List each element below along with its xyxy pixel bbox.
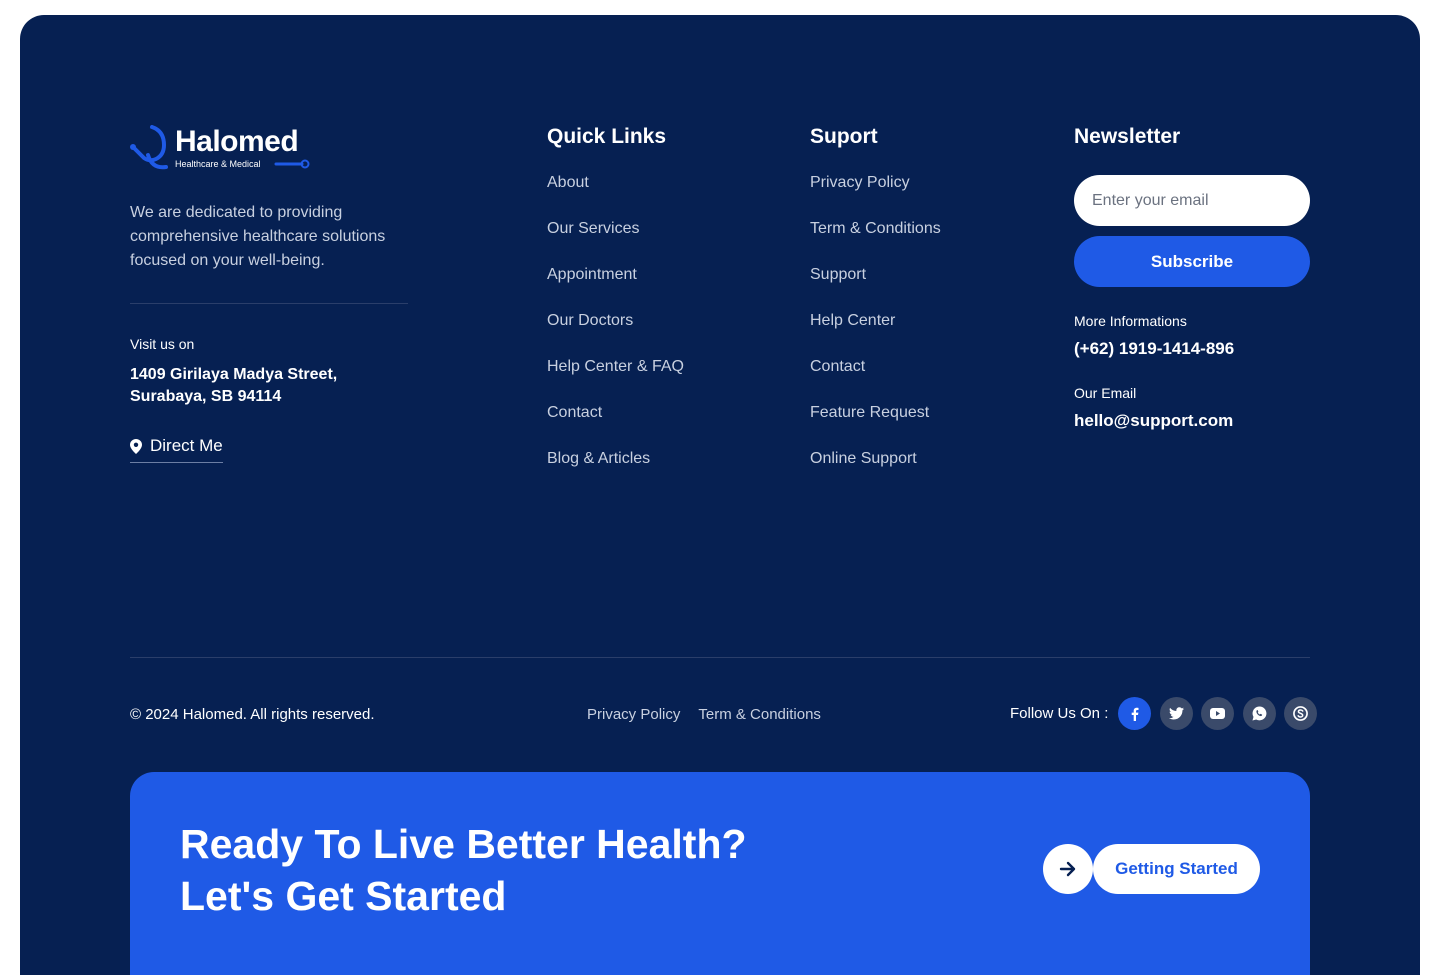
youtube-button[interactable] xyxy=(1201,697,1235,730)
address-line-1: 1409 Girilaya Madya Street, xyxy=(130,366,338,383)
quick-links-title: Quick Links xyxy=(547,125,667,148)
site-footer: Halomed Healthcare & Medical We are dedi… xyxy=(20,15,1420,975)
facebook-button[interactable] xyxy=(1118,697,1152,730)
cta-banner: Ready To Live Better Health? Let's Get S… xyxy=(130,772,1310,975)
support-link-privacy-policy[interactable]: Privacy Policy xyxy=(810,171,941,217)
direct-me-label: Direct Me xyxy=(150,436,223,455)
phone-number: (+62) 1919-1414-896 xyxy=(1074,339,1235,358)
quick-link-our-doctors[interactable]: Our Doctors xyxy=(547,309,684,355)
copyright: © 2024 Halomed. All rights reserved. xyxy=(130,706,375,723)
support-link-online-support[interactable]: Online Support xyxy=(810,447,941,493)
support-email[interactable]: hello@support.com xyxy=(1074,411,1310,431)
subscribe-button[interactable]: Subscribe xyxy=(1074,236,1310,287)
newsletter-column: Newsletter Subscribe More Informations (… xyxy=(1074,125,1310,431)
location-pin-icon xyxy=(130,438,142,454)
quick-links-list: About Our Services Appointment Our Docto… xyxy=(547,171,684,493)
cta-line-2: Let's Get Started xyxy=(180,873,507,919)
twitter-icon xyxy=(1168,707,1184,720)
getting-started-button[interactable]: Getting Started xyxy=(1093,844,1260,894)
brand-column: Halomed Healthcare & Medical We are dedi… xyxy=(130,125,410,463)
logo[interactable]: Halomed Healthcare & Medical xyxy=(130,125,320,173)
arrow-right-icon xyxy=(1059,861,1076,877)
newsletter-title: Newsletter xyxy=(1074,125,1181,148)
cta-arrow-button[interactable] xyxy=(1043,844,1093,894)
quick-link-contact[interactable]: Contact xyxy=(547,401,684,447)
legal-privacy-policy[interactable]: Privacy Policy xyxy=(587,706,680,723)
cta-line-1: Ready To Live Better Health? xyxy=(180,821,747,867)
support-link-help-center[interactable]: Help Center xyxy=(810,309,941,355)
quick-link-about[interactable]: About xyxy=(547,171,684,217)
social-links: Follow Us On : xyxy=(1010,697,1318,730)
divider xyxy=(130,303,408,304)
quick-link-appointment[interactable]: Appointment xyxy=(547,263,684,309)
quick-link-our-services[interactable]: Our Services xyxy=(547,217,684,263)
newsletter-email-input[interactable] xyxy=(1074,175,1310,226)
facebook-icon xyxy=(1131,707,1139,721)
direct-me-link[interactable]: Direct Me xyxy=(130,436,223,463)
bottom-divider xyxy=(130,657,1310,658)
support-column: Suport Privacy Policy Term & Conditions … xyxy=(810,125,941,493)
address-line-2: Surabaya, SB 94114 xyxy=(130,388,282,405)
support-link-contact[interactable]: Contact xyxy=(810,355,941,401)
brand-tagline: Healthcare & Medical xyxy=(175,159,261,169)
address: 1409 Girilaya Madya Street, Surabaya, SB… xyxy=(130,364,410,408)
skype-button[interactable] xyxy=(1284,697,1318,730)
support-link-support[interactable]: Support xyxy=(810,263,941,309)
skype-icon xyxy=(1293,706,1309,721)
twitter-button[interactable] xyxy=(1159,697,1193,730)
email-label: Our Email xyxy=(1074,385,1137,401)
brand-description: We are dedicated to providing comprehens… xyxy=(130,204,386,269)
whatsapp-button[interactable] xyxy=(1242,697,1276,730)
more-info-label: More Informations xyxy=(1074,313,1187,329)
brand-name: Halomed xyxy=(175,125,299,158)
support-link-terms[interactable]: Term & Conditions xyxy=(810,217,941,263)
support-list: Privacy Policy Term & Conditions Support… xyxy=(810,171,941,493)
whatsapp-icon xyxy=(1252,706,1267,721)
cta-heading: Ready To Live Better Health? Let's Get S… xyxy=(180,818,747,922)
support-title: Suport xyxy=(810,125,878,148)
quick-links-column: Quick Links About Our Services Appointme… xyxy=(547,125,684,493)
quick-link-help-center-faq[interactable]: Help Center & FAQ xyxy=(547,355,684,401)
legal-terms[interactable]: Term & Conditions xyxy=(698,706,821,723)
support-link-feature-request[interactable]: Feature Request xyxy=(810,401,941,447)
visit-label: Visit us on xyxy=(130,336,195,352)
quick-link-blog-articles[interactable]: Blog & Articles xyxy=(547,447,684,493)
legal-links: Privacy Policy Term & Conditions xyxy=(587,706,821,723)
youtube-icon xyxy=(1210,708,1226,719)
follow-label: Follow Us On : xyxy=(1010,705,1109,722)
